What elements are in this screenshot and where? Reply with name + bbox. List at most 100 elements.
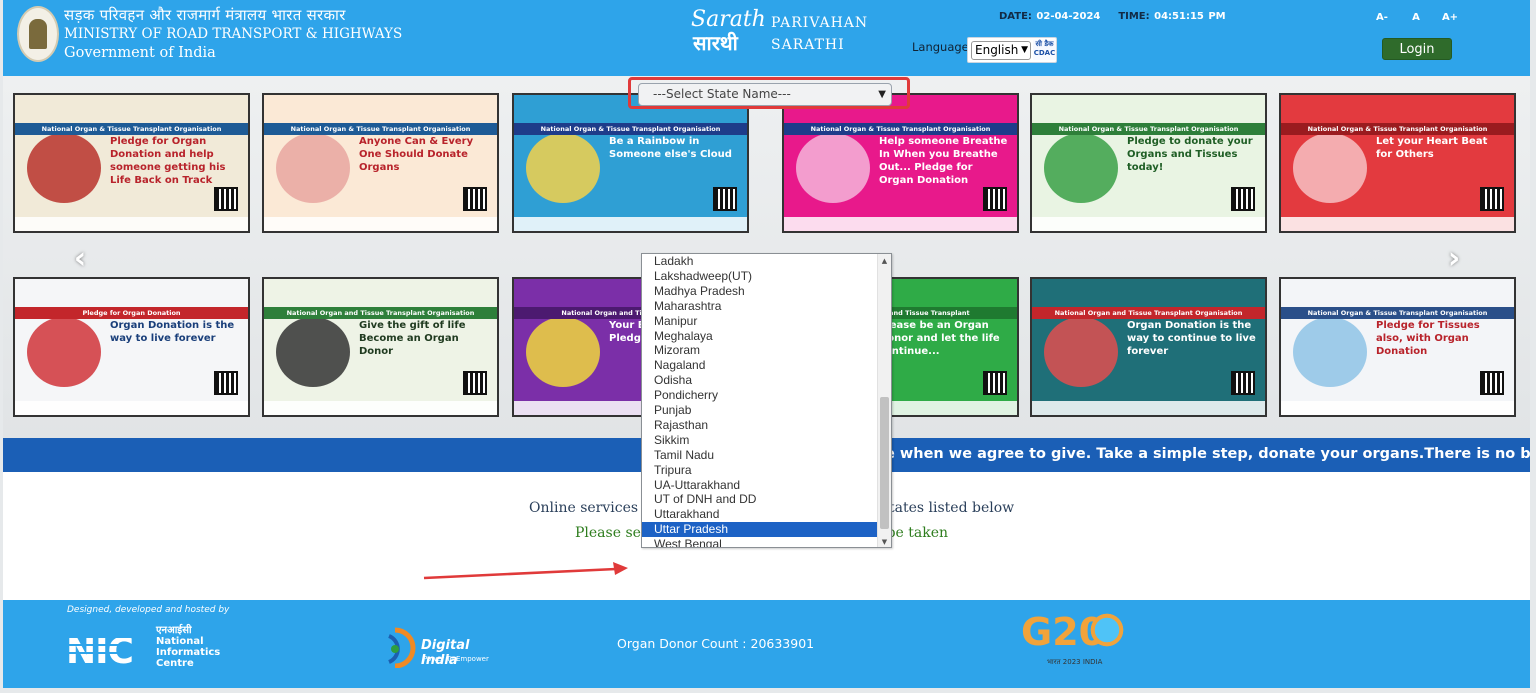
- banner-illustration: [526, 317, 600, 387]
- chevron-down-icon: ▼: [878, 89, 886, 100]
- ticker-text: e when we agree to give. Take a simple s…: [885, 446, 1530, 462]
- state-option[interactable]: Meghalaya: [642, 329, 878, 344]
- banner-headline: Please be an Organ Donor and let the lif…: [879, 320, 1000, 357]
- state-option[interactable]: Sikkim: [642, 433, 878, 448]
- banner-illustration: [1293, 317, 1367, 387]
- font-increase-button[interactable]: A+: [1439, 10, 1461, 26]
- language-select[interactable]: English ▼: [971, 41, 1031, 60]
- banner-headline: Pledge for Tissues also, with Organ Dona…: [1376, 320, 1480, 357]
- font-decrease-button[interactable]: A-: [1371, 10, 1393, 26]
- state-option[interactable]: Uttarakhand: [642, 507, 878, 522]
- banner-illustration: [1044, 317, 1118, 387]
- qr-code-icon: [1480, 187, 1504, 211]
- language-box: English ▼ सी डैक CDAC: [967, 37, 1057, 63]
- site-header: सड़क परिवहन और राजमार्ग मंत्रालय भारत सर…: [3, 0, 1530, 76]
- banner-footer: [1281, 401, 1514, 415]
- banner-card[interactable]: National Organ and Tissue Transplant Org…: [1030, 277, 1267, 417]
- banner-card[interactable]: National Organ & Tissue Transplant Organ…: [782, 93, 1019, 233]
- banner-headline: Be a Rainbow in Someone else's Cloud: [609, 136, 732, 160]
- g20-subtitle: भारत 2023 INDIA: [1047, 658, 1103, 666]
- g20-logo: G20 भारत 2023 INDIA: [1021, 610, 1133, 672]
- banner-illustration: [276, 133, 350, 203]
- ministry-title: सड़क परिवहन और राजमार्ग मंत्रालय भारत सर…: [64, 6, 402, 63]
- state-select[interactable]: ---Select State Name--- ▼: [638, 83, 892, 106]
- organ-donor-count: Organ Donor Count : 20633901: [617, 636, 814, 651]
- banner-illustration: [27, 317, 101, 387]
- nic-line1: National: [156, 636, 204, 647]
- chevron-down-icon: ▼: [1021, 45, 1028, 55]
- time-label: TIME:: [1118, 11, 1150, 22]
- cdac-logo: सी डैक CDAC: [1033, 40, 1056, 60]
- banner-card[interactable]: National Organ & Tissue Transplant Organ…: [512, 93, 749, 233]
- annotation-arrow-icon: [423, 562, 628, 580]
- chevron-right-icon[interactable]: ›: [1441, 244, 1467, 274]
- state-option[interactable]: UT of DNH and DD: [642, 492, 878, 507]
- state-option[interactable]: Punjab: [642, 403, 878, 418]
- qr-code-icon: [983, 371, 1007, 395]
- nic-logo[interactable]: NIC एनआईसी National Informatics Centre: [66, 625, 220, 672]
- banner-band: National Organ & Tissue Transplant Organ…: [784, 123, 1017, 135]
- state-option[interactable]: Tamil Nadu: [642, 448, 878, 463]
- banner-footer: [15, 217, 248, 231]
- scrollbar-thumb[interactable]: [880, 397, 889, 529]
- banner-headline: Organ Donation is the way to live foreve…: [110, 320, 235, 344]
- nic-line2: Informatics: [156, 647, 221, 658]
- banner-card[interactable]: National Organ & Tissue Transplant Organ…: [1030, 93, 1267, 233]
- page: सड़क परिवहन और राजमार्ग मंत्रालय भारत सर…: [0, 0, 1536, 693]
- state-option[interactable]: Pondicherry: [642, 388, 878, 403]
- designed-by-text: Designed, developed and hosted by: [67, 605, 230, 615]
- svg-text:Sarathi: Sarathi: [691, 7, 767, 32]
- state-dropdown-list[interactable]: Ladakh Lakshadweep(UT) Madhya Pradesh Mahar…: [641, 253, 892, 548]
- ministry-english: MINISTRY OF ROAD TRANSPORT & HIGHWAYS: [64, 26, 403, 42]
- state-option[interactable]: Tripura: [642, 463, 878, 478]
- dropdown-scrollbar[interactable]: ▲ ▼: [877, 254, 891, 547]
- qr-code-icon: [463, 187, 487, 211]
- sarathi-logo[interactable]: Sarathi सारथी: [691, 4, 767, 56]
- state-option[interactable]: Lakshadweep(UT): [642, 269, 878, 284]
- banner-footer: [264, 401, 497, 415]
- banner-band: National Organ and Tissue Transplant Org…: [1032, 307, 1265, 319]
- state-option[interactable]: Rajasthan: [642, 418, 878, 433]
- banner-footer: [1281, 217, 1514, 231]
- qr-code-icon: [983, 187, 1007, 211]
- state-option[interactable]: Uttar Pradesh: [642, 522, 878, 538]
- banner-band: National Organ & Tissue Transplant Organ…: [15, 123, 248, 135]
- banner-card[interactable]: National Organ & Tissue Transplant Organ…: [262, 93, 499, 233]
- state-option[interactable]: West Bengal: [642, 537, 878, 547]
- state-option[interactable]: UA-Uttarakhand: [642, 478, 878, 493]
- scroll-down-icon[interactable]: ▼: [880, 537, 889, 547]
- banner-card[interactable]: National Organ & Tissue Transplant Organ…: [1279, 93, 1516, 233]
- brand-line-sarathi: SARATHI: [771, 37, 845, 53]
- state-option[interactable]: Maharashtra: [642, 299, 878, 314]
- svg-text:सारथी: सारथी: [692, 31, 739, 55]
- date-time: DATE: 02-04-2024 TIME: 04:51:15 PM: [999, 11, 1226, 22]
- banner-band: National Organ & Tissue Transplant Organ…: [514, 123, 747, 135]
- scroll-up-icon[interactable]: ▲: [880, 256, 889, 266]
- state-option[interactable]: Madhya Pradesh: [642, 284, 878, 299]
- banner-band: National Organ and Tissue Transplant Org…: [264, 307, 497, 319]
- digital-india-logo[interactable]: Digital India Power To Empower: [381, 626, 501, 668]
- state-option[interactable]: Manipur: [642, 314, 878, 329]
- font-size-controls: A- A A+: [1371, 10, 1461, 26]
- banner-card[interactable]: National Organ & Tissue Transplant Organ…: [13, 93, 250, 233]
- time-value: 04:51:15 PM: [1154, 11, 1226, 22]
- state-option[interactable]: Mizoram: [642, 343, 878, 358]
- qr-code-icon: [1231, 371, 1255, 395]
- state-option[interactable]: Ladakh: [642, 254, 878, 269]
- banner-illustration: [276, 317, 350, 387]
- ministry-hindi: सड़क परिवहन और राजमार्ग मंत्रालय भारत सर…: [64, 6, 346, 24]
- banner-headline: Organ Donation is the way to continue to…: [1127, 320, 1256, 357]
- banner-card[interactable]: Pledge for Organ Donation Organ Donation …: [13, 277, 250, 417]
- qr-code-icon: [1231, 187, 1255, 211]
- banner-card[interactable]: National Organ and Tissue Transplant Org…: [262, 277, 499, 417]
- nic-hindi: एनआईसी: [156, 625, 192, 636]
- state-option[interactable]: Odisha: [642, 373, 878, 388]
- chevron-left-icon[interactable]: ‹: [67, 244, 93, 274]
- state-option[interactable]: Nagaland: [642, 358, 878, 373]
- banner-illustration: [1293, 133, 1367, 203]
- font-normal-button[interactable]: A: [1405, 10, 1427, 26]
- banner-illustration: [526, 133, 600, 203]
- banner-card[interactable]: National Organ & Tissue Transplant Organ…: [1279, 277, 1516, 417]
- qr-code-icon: [713, 187, 737, 211]
- login-button[interactable]: Login: [1382, 38, 1452, 60]
